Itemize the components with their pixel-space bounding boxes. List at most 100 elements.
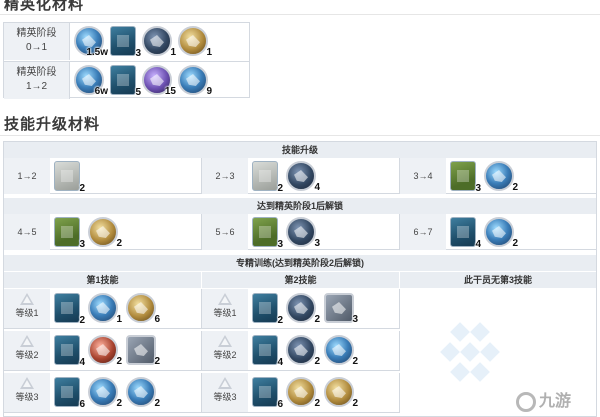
item-quantity: 2 <box>512 182 518 193</box>
crystalline-component-icon[interactable]: 2 <box>324 377 358 409</box>
polyketon-icon[interactable]: 3 <box>286 217 320 249</box>
item-quantity: 15 <box>164 86 176 97</box>
item-quantity: 4 <box>475 239 481 250</box>
manganese-icon[interactable]: 9 <box>178 65 212 97</box>
mastery-level-label: 等级3 <box>4 373 50 412</box>
mastery-triangle-icon <box>20 293 34 305</box>
skill-summary-2-icon[interactable]: 3 <box>252 217 283 250</box>
lmd-coin-icon[interactable]: 1.5w <box>74 26 108 58</box>
skill-section-title: 技能升级材料 <box>4 115 101 133</box>
elite-stage-name: 精英阶段 <box>16 28 57 39</box>
skill-summary-2-icon[interactable]: 3 <box>450 161 481 194</box>
item-quantity: 2 <box>352 398 358 409</box>
unlock-header: 达到精英阶段1后解锁 <box>4 198 596 214</box>
keton-colloid-icon[interactable]: 3 <box>324 293 358 325</box>
mastery-level-label: 等级2 <box>4 331 50 370</box>
mastery-triangle-icon <box>218 293 232 305</box>
mastery-triangle-icon <box>218 377 232 389</box>
mastery-cell: 等级2 4 2 2 <box>4 331 202 371</box>
rma-icon[interactable]: 6 <box>126 293 160 325</box>
mastery-cell: 等级1 2 2 3 <box>202 289 400 329</box>
elite-items: 6w 5 15 9 <box>74 65 212 98</box>
item-glyph <box>186 35 200 47</box>
skill-summary-1-icon[interactable]: 2 <box>54 161 85 194</box>
dualchip-icon[interactable]: 5 <box>110 65 141 98</box>
crystal-icon[interactable]: 15 <box>142 65 176 97</box>
item-quantity: 2 <box>314 314 320 325</box>
ester-icon[interactable]: 4 <box>286 161 320 193</box>
device-icon[interactable]: 1 <box>178 26 212 58</box>
item-glyph <box>492 170 506 182</box>
item-glyph <box>96 386 110 398</box>
upgrade-cell: 5→6 3 3 <box>202 214 400 250</box>
skill-summary-3-icon[interactable]: 2 <box>252 293 283 326</box>
item-glyph <box>150 74 164 86</box>
item-glyph <box>294 226 308 238</box>
elite-items: 1.5w 3 1 1 <box>74 26 212 59</box>
upgrade-items: 32 <box>450 161 518 194</box>
polymerization-prep-icon[interactable]: 2 <box>126 377 160 409</box>
item-quantity: 2 <box>314 398 320 409</box>
item-quantity: 9 <box>206 86 212 97</box>
skill-summary-3-icon[interactable]: 2 <box>54 293 85 326</box>
mastery-level-label: 等级1 <box>4 289 50 328</box>
item-glyph <box>134 344 148 356</box>
item-glyph <box>117 35 129 47</box>
upgrade-items: 2 <box>54 161 85 194</box>
gel-icon[interactable]: 2 <box>88 335 122 367</box>
elite-stage-label: 精英阶段 0→1 <box>4 23 70 60</box>
manganese-trihydrate-icon[interactable]: 2 <box>324 335 358 367</box>
item-quantity: 2 <box>314 356 320 367</box>
item-glyph <box>332 302 346 314</box>
item-glyph <box>82 35 96 47</box>
item-quantity: 4 <box>277 357 283 368</box>
item-quantity: 5 <box>135 87 141 98</box>
mastery-level-text: 等级1 <box>213 308 237 318</box>
skill-summary-3-icon[interactable]: 6 <box>252 377 283 410</box>
grindstone-icon[interactable]: 2 <box>484 217 518 249</box>
lmd-coin-icon[interactable]: 6w <box>74 65 108 97</box>
item-glyph <box>61 170 73 182</box>
divider <box>0 135 600 136</box>
device-icon[interactable]: 2 <box>88 217 122 249</box>
oriron-icon[interactable]: 2 <box>484 161 518 193</box>
skill-3-header: 此干员无第3技能 <box>400 272 596 288</box>
item-glyph <box>492 226 506 238</box>
alloy-icon[interactable]: 1 <box>142 26 176 58</box>
d32-steel-icon[interactable]: 2 <box>286 377 320 409</box>
skill-summary-1-icon[interactable]: 2 <box>252 161 283 194</box>
item-glyph <box>61 302 73 314</box>
crystal-circuit-icon[interactable]: 1 <box>88 293 122 325</box>
mastery-items: 4 2 2 <box>252 335 358 368</box>
skill-summary-3-icon[interactable]: 6 <box>54 377 85 410</box>
item-quantity: 2 <box>79 183 85 194</box>
item-glyph <box>259 386 271 398</box>
item-quantity: 1.5w <box>86 47 108 58</box>
upgrade-items: 24 <box>252 161 320 194</box>
item-quantity: 6 <box>277 399 283 410</box>
upgrade-level-label: 5→6 <box>202 214 248 250</box>
elite-row: 精英阶段 0→1 1.5w 3 1 1 <box>4 23 249 60</box>
mastery-level-text: 等级3 <box>213 392 237 402</box>
chip-icon[interactable]: 3 <box>110 26 141 59</box>
optimized-device-icon[interactable]: 2 <box>286 293 320 325</box>
item-glyph <box>117 74 129 86</box>
upgrade-header: 技能升级 <box>4 142 596 158</box>
mastery-cell: 等级2 4 2 2 <box>202 331 400 371</box>
item-quantity: 2 <box>277 315 283 326</box>
logo-text: 九游 <box>539 393 572 410</box>
item-quantity: 6 <box>79 399 85 410</box>
skill-summary-2-icon[interactable]: 3 <box>54 217 85 250</box>
skill-summary-3-icon[interactable]: 4 <box>450 217 481 250</box>
item-quantity: 2 <box>154 356 160 367</box>
white-horse-kohl-icon[interactable]: 2 <box>286 335 320 367</box>
skill-summary-3-icon[interactable]: 4 <box>54 335 85 368</box>
item-quantity: 2 <box>277 183 283 194</box>
mastery-items: 2 2 3 <box>252 293 358 326</box>
mastery-items: 6 2 2 <box>252 377 358 410</box>
skill-summary-3-icon[interactable]: 4 <box>252 335 283 368</box>
mastery-level-text: 等级1 <box>15 308 39 318</box>
bipolar-nanoflake-icon[interactable]: 2 <box>88 377 122 409</box>
item-quantity: 2 <box>79 315 85 326</box>
incandescent-alloy-icon[interactable]: 2 <box>126 335 160 367</box>
